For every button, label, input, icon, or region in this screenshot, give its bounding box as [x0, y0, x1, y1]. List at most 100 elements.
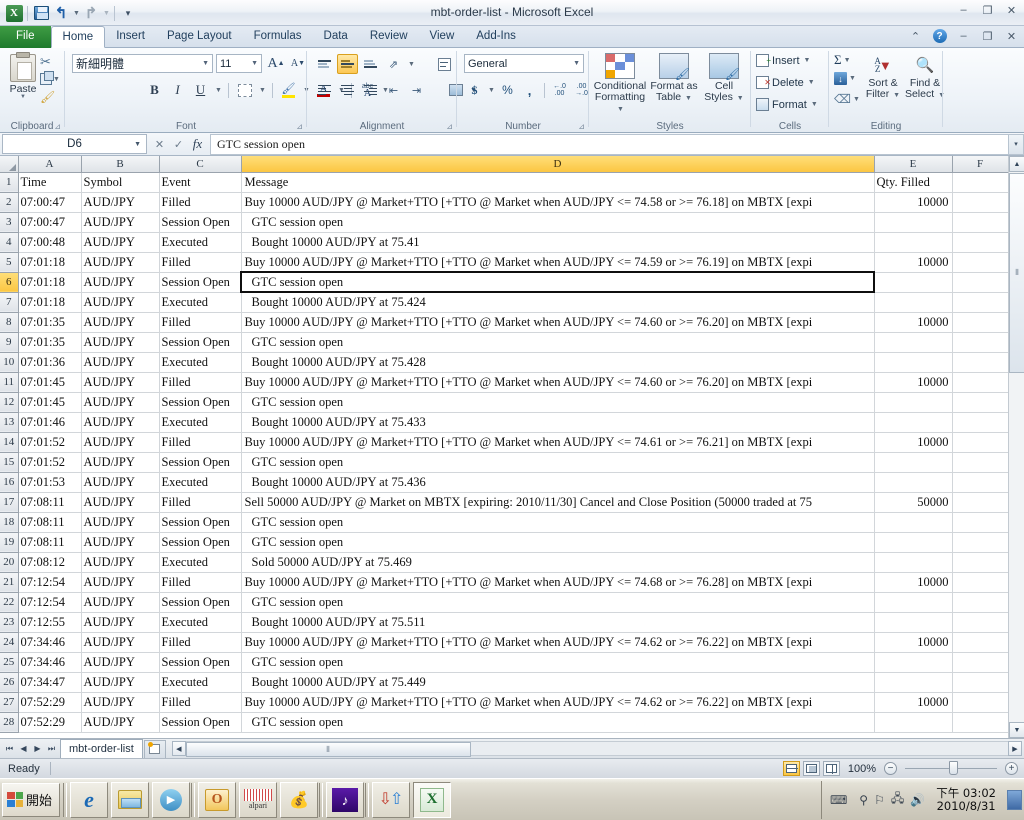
cell-a22[interactable]: 07:12:54: [18, 592, 82, 613]
cell-c6[interactable]: Session Open: [159, 272, 242, 293]
cell-b24[interactable]: AUD/JPY: [81, 632, 160, 653]
number-dialog-launcher[interactable]: ⊿: [578, 122, 585, 131]
taskbar-button-internet-explorer[interactable]: e: [70, 781, 109, 818]
row-header-14[interactable]: 14: [0, 432, 19, 453]
cell-d24[interactable]: Buy 10000 AUD/JPY @ Market+TTO [+TTO @ M…: [241, 632, 875, 653]
borders-dropdown-icon[interactable]: ▼: [257, 80, 267, 100]
taskbar-clock[interactable]: 下午 03:02 2010/8/31: [931, 786, 1001, 813]
decrease-indent-icon[interactable]: ⇤: [383, 80, 404, 100]
table-row[interactable]: 6 07:01:18 AUD/JPY Session Open GTC session …: [0, 271, 1009, 293]
cell-d5[interactable]: Buy 10000 AUD/JPY @ Market+TTO [+TTO @ M…: [241, 252, 875, 273]
cell-d4[interactable]: Bought 10000 AUD/JPY at 75.41: [241, 232, 875, 253]
row-header-5[interactable]: 5: [0, 252, 19, 273]
table-row[interactable]: 24 07:34:46 AUD/JPY Filled Buy 10000 AUD/JPY…: [0, 632, 1009, 653]
cell-e17[interactable]: 50000: [874, 492, 953, 513]
cell-c11[interactable]: Filled: [159, 372, 242, 393]
cell-c21[interactable]: Filled: [159, 572, 242, 593]
cell-c5[interactable]: Filled: [159, 252, 242, 273]
next-sheet-icon[interactable]: ▶: [31, 741, 44, 756]
hscroll-right-icon[interactable]: ▶: [1008, 741, 1022, 756]
align-right-icon[interactable]: [360, 80, 381, 100]
table-row[interactable]: 27 07:52:29 AUD/JPY Filled Buy 10000 AUD/JPY…: [0, 692, 1009, 713]
hscroll-left-icon[interactable]: ◀: [171, 741, 186, 756]
table-row[interactable]: 21 07:12:54 AUD/JPY Filled Buy 10000 AUD/JPY…: [0, 572, 1009, 593]
cell-b6[interactable]: AUD/JPY: [81, 272, 160, 293]
column-header-c[interactable]: C: [159, 156, 242, 173]
cell-f18[interactable]: [952, 512, 1009, 533]
tray-volume-icon[interactable]: 🔊: [910, 793, 925, 807]
row-header-24[interactable]: 24: [0, 632, 19, 653]
cell-c26[interactable]: Executed: [159, 672, 242, 693]
cell-e20[interactable]: [874, 552, 953, 573]
cell-d3[interactable]: GTC session open: [241, 212, 875, 233]
row-header-8[interactable]: 8: [0, 312, 19, 333]
table-row[interactable]: 2 07:00:47 AUD/JPY Filled Buy 10000 AUD/JPY …: [0, 192, 1009, 213]
row-header-15[interactable]: 15: [0, 452, 19, 473]
name-box[interactable]: D6 ▼: [2, 134, 147, 154]
cell-f19[interactable]: [952, 532, 1009, 553]
underline-button[interactable]: U: [190, 80, 211, 100]
tab-formulas[interactable]: Formulas: [243, 26, 313, 48]
cell-d25[interactable]: GTC session open: [241, 652, 875, 673]
tray-flag-icon[interactable]: ⚐: [874, 793, 885, 807]
cell-e15[interactable]: [874, 452, 953, 473]
tray-network-icon[interactable]: 🖧: [891, 789, 904, 810]
cell-f26[interactable]: [952, 672, 1009, 693]
scroll-down-icon[interactable]: ▼: [1009, 722, 1024, 738]
row-header-3[interactable]: 3: [0, 212, 19, 233]
formula-input[interactable]: GTC session open: [210, 133, 1008, 155]
cell-styles-button[interactable]: 🖌 Cell Styles ▼: [700, 53, 748, 104]
cell-d21[interactable]: Buy 10000 AUD/JPY @ Market+TTO [+TTO @ M…: [241, 572, 875, 593]
paste-button[interactable]: Paste ▼: [6, 52, 40, 102]
tray-safely-remove-icon[interactable]: ⚲: [859, 793, 868, 807]
cell-f11[interactable]: [952, 372, 1009, 393]
restore-button[interactable]: ❐: [979, 3, 996, 17]
conditional-formatting-button[interactable]: Conditional Formatting ▼: [592, 53, 648, 115]
table-row[interactable]: 18 07:08:11 AUD/JPY Session Open GTC session…: [0, 512, 1009, 533]
increase-indent-icon[interactable]: ⇥: [406, 80, 427, 100]
cell-f14[interactable]: [952, 432, 1009, 453]
tab-add-ins[interactable]: Add-Ins: [465, 26, 527, 48]
cell-b1[interactable]: Symbol: [81, 172, 160, 193]
column-header-d[interactable]: D: [241, 156, 875, 173]
tab-page-layout[interactable]: Page Layout: [156, 26, 243, 48]
cell-a8[interactable]: 07:01:35: [18, 312, 82, 333]
scroll-up-icon[interactable]: ▲: [1009, 156, 1024, 172]
cell-b16[interactable]: AUD/JPY: [81, 472, 160, 493]
cell-f12[interactable]: [952, 392, 1009, 413]
row-header-10[interactable]: 10: [0, 352, 19, 373]
cell-f20[interactable]: [952, 552, 1009, 573]
horizontal-scrollbar[interactable]: ◀ ⦀ ▶: [171, 741, 1022, 757]
cell-d16[interactable]: Bought 10000 AUD/JPY at 75.436: [241, 472, 875, 493]
cell-b5[interactable]: AUD/JPY: [81, 252, 160, 273]
cell-f24[interactable]: [952, 632, 1009, 653]
cell-b22[interactable]: AUD/JPY: [81, 592, 160, 613]
cell-e23[interactable]: [874, 612, 953, 633]
column-header-a[interactable]: A: [18, 156, 82, 173]
cell-b8[interactable]: AUD/JPY: [81, 312, 160, 333]
cell-e19[interactable]: [874, 532, 953, 553]
row-header-13[interactable]: 13: [0, 412, 19, 433]
minimize-workbook-button[interactable]: –: [955, 29, 972, 43]
table-row[interactable]: 8 07:01:35 AUD/JPY Filled Buy 10000 AUD/JPY …: [0, 312, 1009, 333]
cell-b13[interactable]: AUD/JPY: [81, 412, 160, 433]
cell-d28[interactable]: GTC session open: [241, 712, 875, 733]
tab-view[interactable]: View: [419, 26, 466, 48]
cell-f4[interactable]: [952, 232, 1009, 253]
row-header-18[interactable]: 18: [0, 512, 19, 533]
clipboard-dialog-launcher[interactable]: ⊿: [54, 122, 61, 131]
autosum-button[interactable]: Σ ▼: [834, 52, 851, 68]
cell-e7[interactable]: [874, 292, 953, 313]
insert-function-icon[interactable]: fx: [189, 136, 206, 153]
table-row[interactable]: 15 07:01:52 AUD/JPY Session Open GTC session…: [0, 452, 1009, 473]
cell-f3[interactable]: [952, 212, 1009, 233]
row-header-25[interactable]: 25: [0, 652, 19, 673]
cell-b4[interactable]: AUD/JPY: [81, 232, 160, 253]
restore-workbook-button[interactable]: ❐: [979, 29, 996, 43]
cell-e27[interactable]: 10000: [874, 692, 953, 713]
cell-d13[interactable]: Bought 10000 AUD/JPY at 75.433: [241, 412, 875, 433]
cell-a7[interactable]: 07:01:18: [18, 292, 82, 313]
format-cells-button[interactable]: Format ▼: [756, 98, 818, 111]
zoom-slider-thumb[interactable]: [949, 761, 958, 775]
tray-keyboard-icon[interactable]: ⌨: [830, 793, 853, 807]
